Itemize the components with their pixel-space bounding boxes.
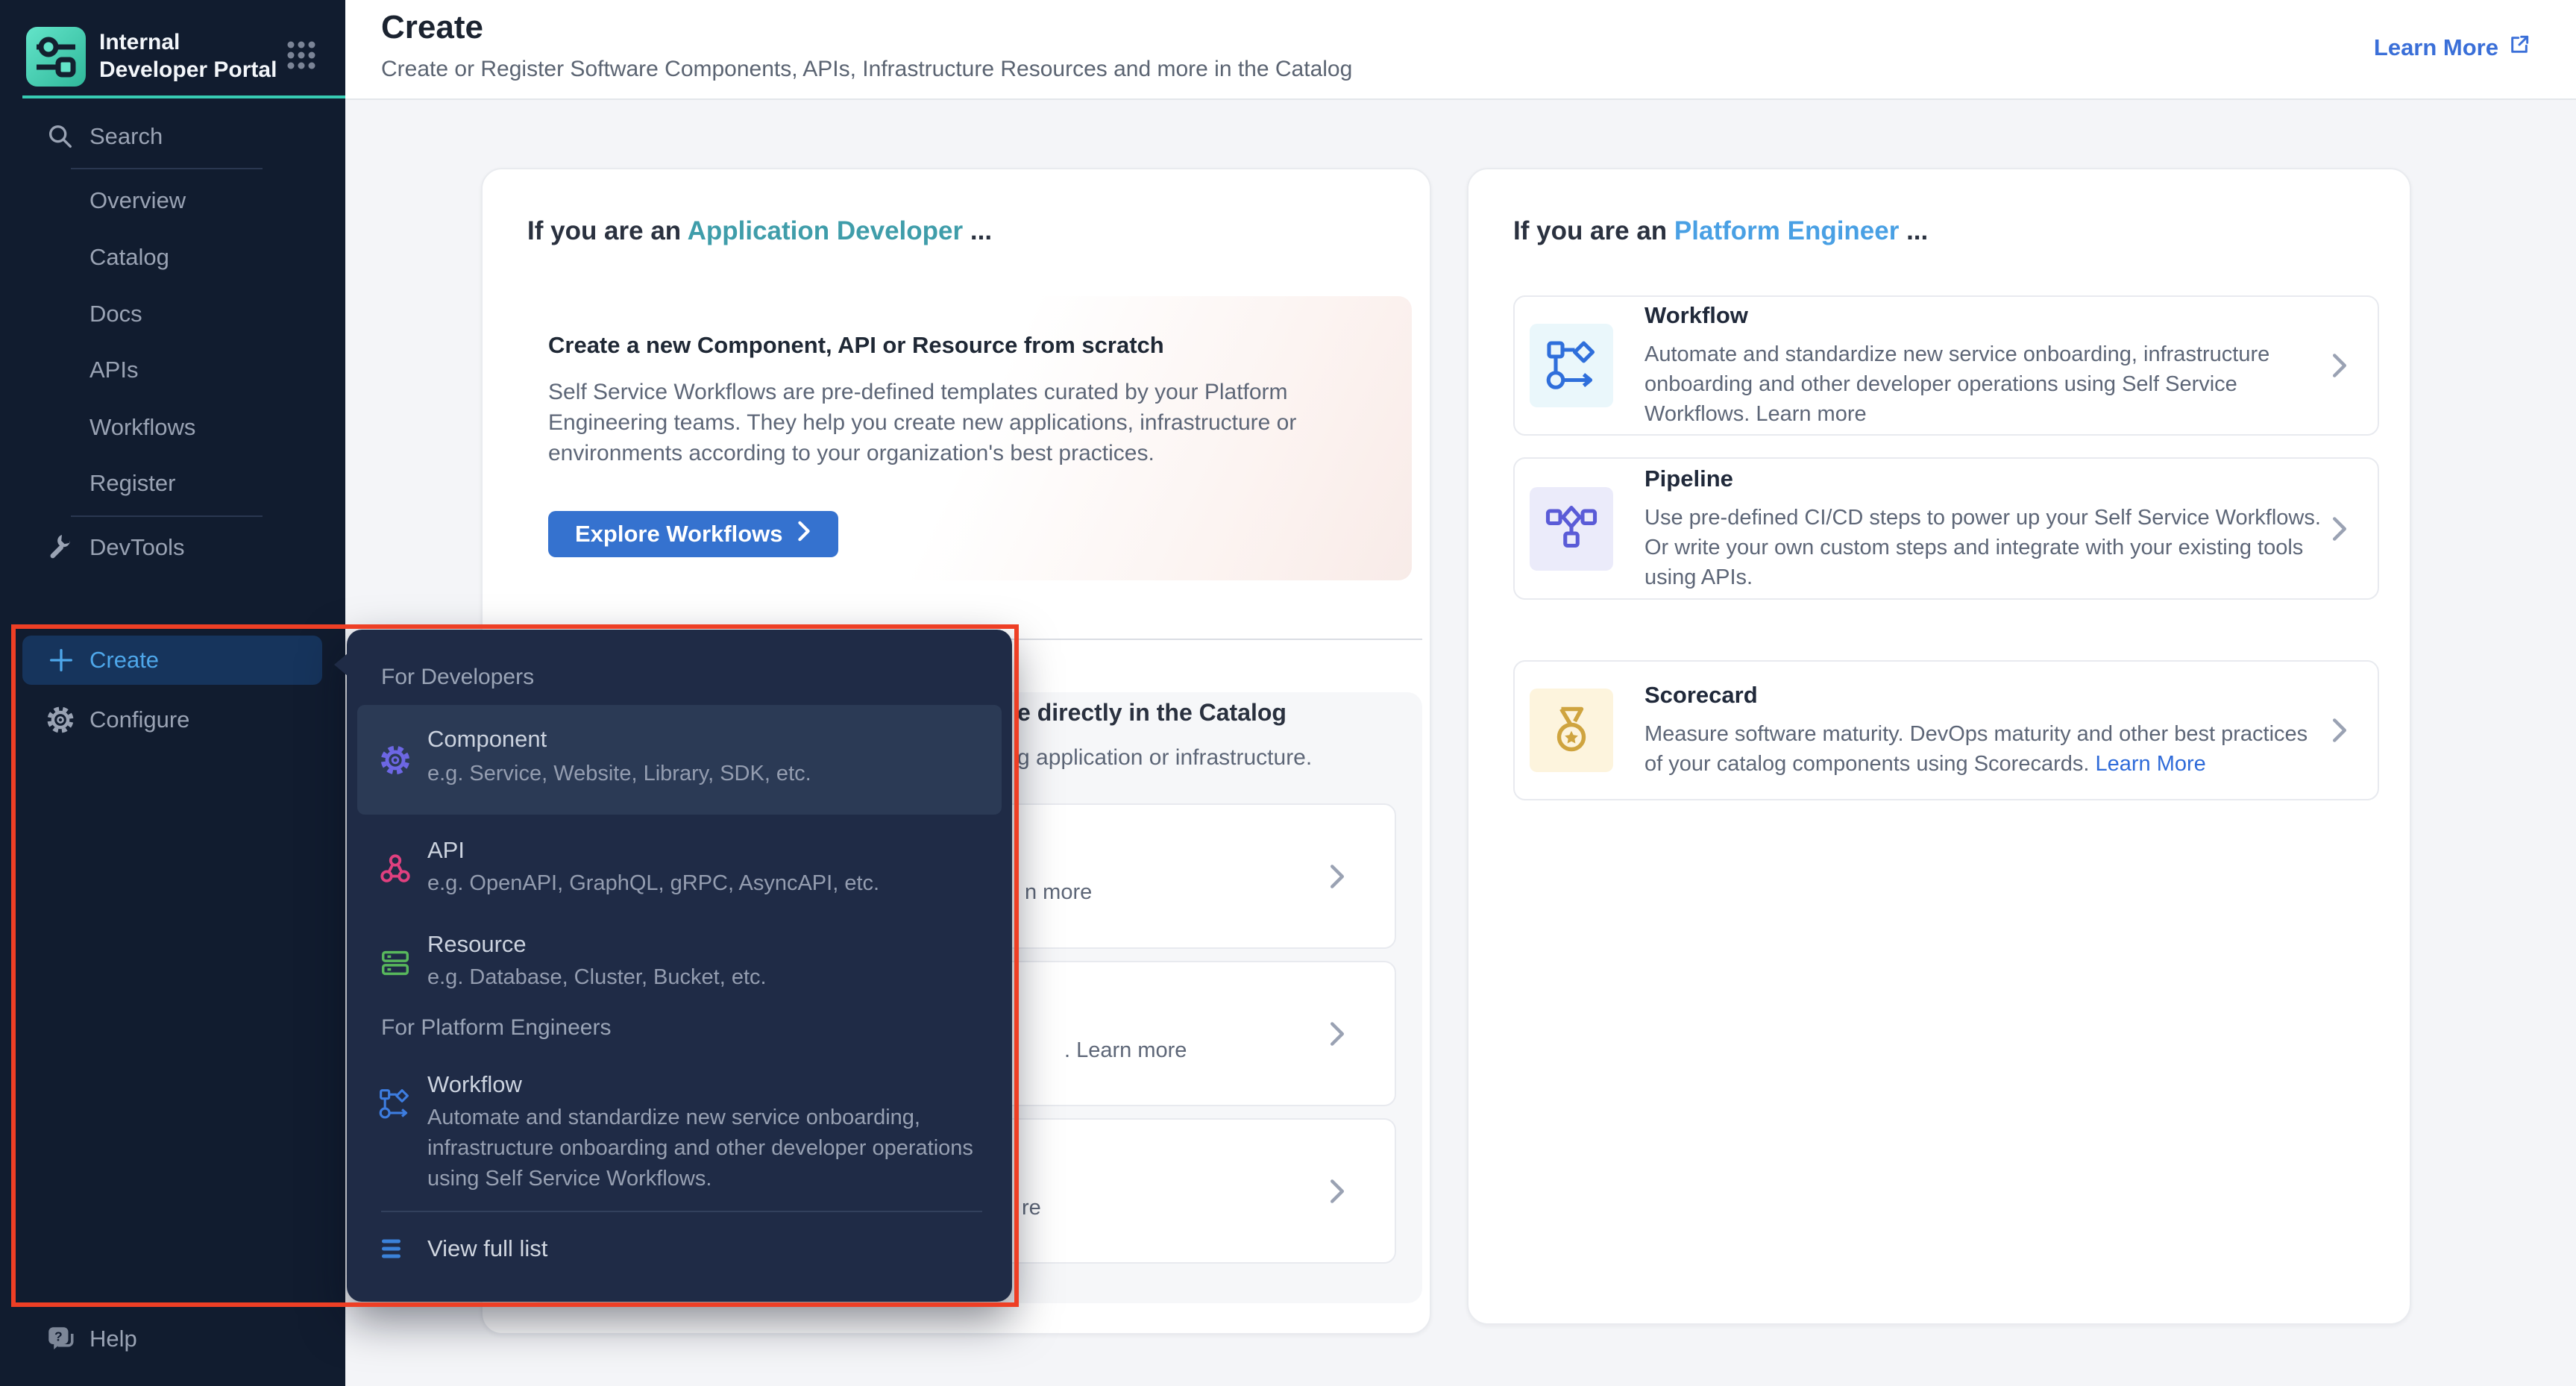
external-link-icon: [2507, 33, 2531, 63]
heading-highlight: Application Developer: [688, 216, 964, 245]
help-chat-icon: ?: [45, 1323, 76, 1355]
chevron-right-icon: [2331, 353, 2348, 378]
menu-item-workflow[interactable]: Workflow Automate and standardize new se…: [357, 1061, 1002, 1199]
wrench-icon: [45, 532, 76, 563]
chevron-right-icon: [2331, 516, 2348, 542]
pipeline-icon: [1530, 487, 1613, 571]
view-full-list-item[interactable]: View full list: [357, 1223, 1002, 1273]
api-icon: [378, 852, 412, 886]
catalog-section-subtitle-fragment: g application or infrastructure.: [1017, 745, 1312, 771]
svg-text:?: ?: [54, 1329, 63, 1344]
flyout-arrow: [334, 653, 348, 676]
learn-more-link[interactable]: Learn More: [2374, 33, 2531, 63]
gear-icon: [45, 704, 76, 736]
sidebar-item-workflows[interactable]: Workflows: [0, 403, 345, 452]
menu-item-resource[interactable]: Resource e.g. Database, Cluster, Bucket,…: [357, 915, 1002, 1012]
sidebar-item-help[interactable]: ? Help: [0, 1314, 345, 1364]
sidebar-accent-rule: [22, 95, 345, 98]
sidebar-item-catalog[interactable]: Catalog: [0, 233, 345, 282]
catalog-section-heading-fragment: e directly in the Catalog: [1017, 699, 1287, 727]
apps-grid-icon[interactable]: [283, 37, 319, 73]
flyout-divider: [381, 1211, 982, 1212]
row-title: Pipeline: [1644, 465, 2331, 492]
flyout-section-for-developers: For Developers: [381, 665, 534, 690]
page-header: Create Create or Register Software Compo…: [345, 0, 2576, 100]
sidebar-item-create[interactable]: Create: [22, 636, 322, 685]
sidebar-item-register[interactable]: Register: [0, 459, 345, 508]
component-gear-icon: [378, 743, 412, 777]
platform-engineer-card: If you are an Platform Engineer ... Work…: [1467, 168, 2411, 1325]
sidebar: Internal Developer Portal Search Overvie…: [0, 0, 345, 1386]
sidebar-item-docs[interactable]: Docs: [0, 289, 345, 339]
heading-highlight: Platform Engineer: [1674, 216, 1899, 245]
scratch-title: Create a new Component, API or Resource …: [548, 332, 1164, 359]
row-description: Use pre-defined CI/CD steps to power up …: [1644, 503, 2331, 592]
row-title: Workflow: [1644, 302, 2331, 329]
workflow-description: Automate and standardize new service onb…: [427, 1103, 1024, 1194]
card-heading: If you are an Platform Engineer ...: [1513, 216, 1928, 246]
list-icon: [378, 1234, 408, 1264]
page-subtitle: Create or Register Software Components, …: [381, 57, 1352, 82]
page-title: Create: [381, 9, 483, 46]
resource-database-icon: [378, 946, 412, 980]
scorecard-medal-icon: [1530, 689, 1613, 772]
row-description: Measure software maturity. DevOps maturi…: [1644, 719, 2331, 779]
plus-icon: [46, 645, 76, 675]
row-description: Automate and standardize new service onb…: [1644, 339, 2331, 429]
chevron-right-icon: [1329, 1021, 1345, 1047]
sidebar-item-devtools[interactable]: DevTools: [0, 523, 345, 572]
catalog-row-text-fragment: . Learn more: [1064, 1038, 1187, 1063]
create-flyout-menu: For Developers Component e.g. Service, W…: [347, 630, 1012, 1302]
app-title: Internal Developer Portal: [99, 28, 278, 84]
row-title: Scorecard: [1644, 682, 2331, 709]
flyout-section-for-platform-engineers: For Platform Engineers: [381, 1015, 611, 1041]
sidebar-divider: [71, 168, 263, 169]
logo-row: Internal Developer Portal: [26, 24, 324, 88]
workflow-icon: [1530, 324, 1613, 407]
card-heading: If you are an Application Developer ...: [527, 216, 992, 246]
create-from-scratch-panel: Create a new Component, API or Resource …: [527, 296, 1412, 580]
chevron-right-icon: [1329, 1179, 1345, 1204]
chevron-right-icon: [2331, 718, 2348, 743]
chevron-right-icon: [797, 521, 811, 548]
sidebar-item-search[interactable]: Search: [0, 112, 345, 161]
app-logo-icon: [26, 27, 86, 87]
sidebar-item-apis[interactable]: APIs: [0, 345, 345, 395]
catalog-row-text-fragment: n more: [1025, 880, 1092, 905]
chevron-right-icon: [1329, 864, 1345, 889]
workflow-icon: [378, 1088, 412, 1122]
search-icon: [45, 121, 76, 152]
workflow-row[interactable]: Workflow Automate and standardize new se…: [1513, 295, 2379, 436]
scratch-description: Self Service Workflows are pre-defined t…: [548, 377, 1410, 468]
catalog-row-text-fragment: re: [1022, 1196, 1041, 1220]
sidebar-item-configure[interactable]: Configure: [0, 695, 345, 744]
scorecard-row[interactable]: Scorecard Measure software maturity. Dev…: [1513, 660, 2379, 800]
sidebar-item-overview[interactable]: Overview: [0, 176, 345, 225]
menu-item-component[interactable]: Component e.g. Service, Website, Library…: [357, 705, 1002, 815]
app-window: Internal Developer Portal Search Overvie…: [0, 0, 2576, 1386]
pipeline-row[interactable]: Pipeline Use pre-defined CI/CD steps to …: [1513, 457, 2379, 600]
learn-more-link[interactable]: Learn More: [2096, 752, 2206, 776]
sidebar-divider: [71, 515, 263, 517]
explore-workflows-button[interactable]: Explore Workflows: [548, 511, 838, 557]
menu-item-api[interactable]: API e.g. OpenAPI, GraphQL, gRPC, AsyncAP…: [357, 821, 1002, 918]
